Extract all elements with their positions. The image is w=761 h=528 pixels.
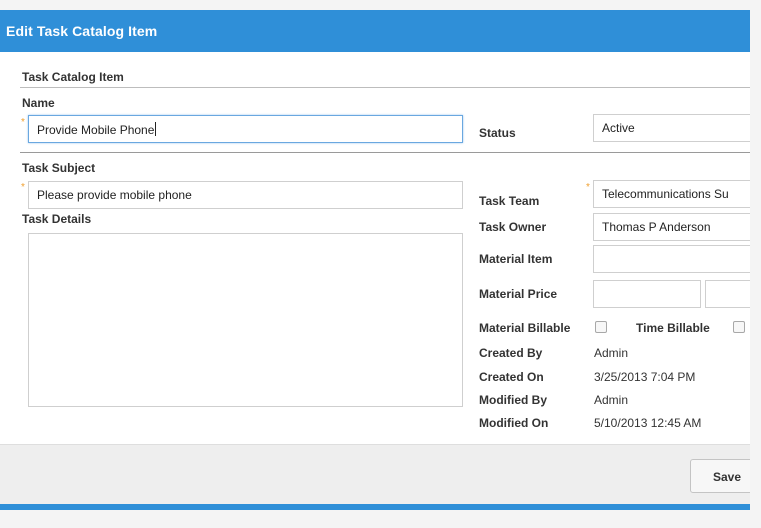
task-details-textarea[interactable] [28,233,463,407]
status-label: Status [479,126,516,140]
task-team-required-marker: * [586,182,590,193]
material-price-label: Material Price [479,287,558,301]
window-top-strip [0,0,750,10]
created-by-label: Created By [479,346,543,360]
time-billable-label: Time Billable [636,321,710,335]
task-owner-input[interactable]: Thomas P Anderson [593,213,750,241]
created-by-value: Admin [594,346,629,360]
task-subject-value: Please provide mobile phone [37,188,192,202]
created-on-label: Created On [479,370,544,384]
section-divider [20,87,750,88]
dialog-header: Edit Task Catalog Item [0,10,750,52]
window-right-edge [750,0,761,528]
name-label: Name [22,96,55,110]
name-divider [20,152,750,153]
text-caret [155,122,157,136]
modified-by-label: Modified By [479,393,547,407]
material-item-label: Material Item [479,252,553,266]
task-team-select[interactable]: Telecommunications Su [593,180,750,208]
save-button[interactable]: Save [690,459,750,493]
section-title: Task Catalog Item [22,70,124,84]
task-team-value: Telecommunications Su [602,187,729,201]
task-owner-value: Thomas P Anderson [602,220,711,234]
task-details-label: Task Details [22,212,92,226]
name-required-marker: * [21,117,25,128]
time-billable-checkbox[interactable] [733,321,745,333]
modified-by-value: Admin [594,393,629,407]
modified-on-value: 5/10/2013 12:45 AM [594,416,702,430]
material-item-input[interactable] [593,245,750,273]
dialog-footer [0,444,750,504]
name-value: Provide Mobile Phone [37,123,155,137]
edit-task-catalog-dialog: Edit Task Catalog Item Task Catalog Item… [0,10,750,510]
material-billable-checkbox[interactable] [595,321,607,333]
task-team-label: Task Team [479,194,540,208]
dialog-bottom-accent-bar [0,504,750,510]
task-subject-label: Task Subject [22,161,96,175]
dialog-title: Edit Task Catalog Item [6,23,158,39]
status-select[interactable]: Active [593,114,750,142]
material-price-input[interactable] [593,280,701,308]
material-price-secondary-input[interactable] [705,280,750,308]
name-input[interactable]: Provide Mobile Phone [28,115,463,143]
task-owner-label: Task Owner [479,220,547,234]
modified-on-label: Modified On [479,416,549,430]
task-subject-input[interactable]: Please provide mobile phone [28,181,463,209]
created-on-value: 3/25/2013 7:04 PM [594,370,696,384]
task-subject-required-marker: * [21,182,25,193]
status-value: Active [602,121,635,135]
material-billable-label: Material Billable [479,321,571,335]
